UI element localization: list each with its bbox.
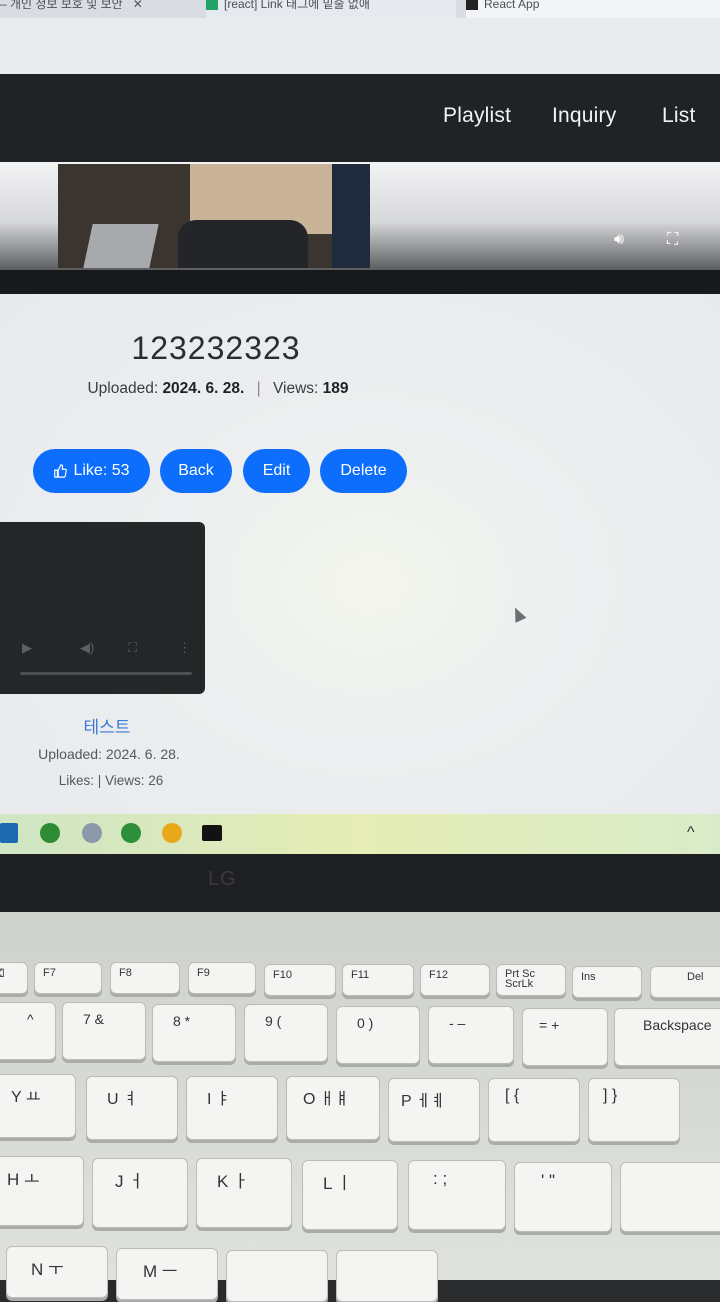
key-j[interactable]: J ㅓ [92,1158,188,1228]
delete-button[interactable]: Delete [320,449,407,493]
browser-tab[interactable]: [react] Link 태그에 밑줄 없애 [206,0,456,18]
key-equals[interactable]: = + [522,1008,608,1066]
related-video-title-link[interactable]: 테스트 [0,713,214,738]
thumbs-up-icon [54,464,68,478]
key-9[interactable]: 9 ( [244,1004,328,1062]
back-button[interactable]: Back [160,449,232,493]
key-open-bracket[interactable]: [ { [488,1078,580,1142]
terminal-icon[interactable] [202,825,222,841]
key-enter[interactable] [620,1162,720,1232]
tray-chevron-icon[interactable]: ^ [687,824,695,842]
video-title: 123232323 [131,330,301,366]
nav-link-inquiry[interactable]: Inquiry [552,104,616,128]
start-icon[interactable] [0,823,18,843]
key-f7[interactable]: F7 [34,962,102,994]
tab-label: React App [484,0,540,11]
react-favicon-icon [466,0,478,10]
key-i[interactable]: I ㅑ [186,1076,278,1140]
video-detail-page: 123232323 Uploaded: 2024. 6. 28. | Views… [0,294,720,814]
volume-icon[interactable]: ◀) [80,640,94,656]
views-count: 189 [322,380,349,397]
chrome-icon[interactable] [40,823,60,843]
player-bottom-band [0,270,720,294]
key-h[interactable]: H ㅗ [0,1156,84,1226]
key-k[interactable]: K ㅏ [196,1158,292,1228]
nav-link-playlist[interactable]: Playlist [443,104,511,128]
close-icon[interactable]: ✕ [133,0,143,11]
key-ins[interactable]: Ins [572,966,642,998]
key-comma[interactable] [226,1250,328,1302]
key-6[interactable]: ^ [0,1002,56,1060]
sheet-favicon-icon [206,0,218,10]
mouse-cursor-icon [509,605,527,623]
key-f12[interactable]: F12 [420,964,490,996]
key-7[interactable]: 7 & [62,1002,146,1060]
key-backspace[interactable]: Backspace [614,1008,720,1066]
chrome-profile-icon[interactable] [121,823,141,843]
key-u[interactable]: U ㅕ [86,1076,178,1140]
nav-link-list[interactable]: List [662,104,695,128]
browser-tab-active[interactable]: React App [466,0,720,18]
key-8[interactable]: 8 * [152,1004,236,1062]
key-o[interactable]: O ㅐㅒ [286,1076,380,1140]
key-m[interactable]: M ㅡ [116,1248,218,1300]
fullscreen-icon[interactable]: ⛶ [667,231,678,249]
related-video-stats: Likes: | Views: 26 [58,773,164,788]
video-meta: Uploaded: 2024. 6. 28. | Views: 189 [0,380,436,398]
frame-desktop-strip [332,164,370,268]
key-n[interactable]: N ㅜ [6,1246,108,1298]
tab-label: [react] Link 태그에 밑줄 없애 [224,0,370,11]
tab-label: – 개인 정보 보호 및 보안 [0,0,123,11]
key-minus[interactable]: - – [428,1006,514,1064]
key-0[interactable]: 0 ) [336,1006,420,1064]
edit-button[interactable]: Edit [243,449,310,493]
key-period[interactable] [336,1250,438,1302]
key-f9[interactable]: F9 [188,962,256,994]
key-f11[interactable]: F11 [342,964,414,996]
browser-tab[interactable]: – 개인 정보 보호 및 보안 ✕ [0,0,196,18]
key-p[interactable]: P ㅔㅖ [388,1078,480,1142]
key-close-bracket[interactable]: ] } [588,1078,680,1142]
key-semicolon[interactable]: : ; [408,1160,506,1230]
browser-tab-strip: – 개인 정보 보호 및 보안 ✕ [react] Link 태그에 밑줄 없애 … [0,0,720,18]
frame-chair [178,220,308,268]
laptop-bezel [0,854,720,912]
key-f6[interactable]: ⌫ [0,962,28,994]
key-f10[interactable]: F10 [264,964,336,996]
uploaded-date: 2024. 6. 28. [162,380,245,397]
main-video-player[interactable]: 🔊︎ ⛶ [0,162,720,270]
key-del[interactable]: Del [650,966,720,998]
fullscreen-icon[interactable]: ⛶ [128,640,137,656]
video-controls: ▶ ◀) ⛶ ⋮ [16,640,192,660]
key-y[interactable]: Y ㅛ [0,1074,76,1138]
volume-icon[interactable]: 🔊︎ [614,231,624,249]
play-icon[interactable]: ▶ [22,640,32,656]
related-video-uploaded: Uploaded: 2024. 6. 28. [38,746,180,762]
key-quote[interactable]: ' " [514,1162,612,1232]
key-f8[interactable]: F8 [110,962,180,994]
key-l[interactable]: L ㅣ [302,1160,398,1230]
navbar: Playlist Inquiry List [0,74,720,162]
frame-monitor [83,224,159,268]
settings-icon[interactable] [82,823,102,843]
kakaotalk-icon[interactable] [162,823,182,843]
video-progress-bar[interactable] [20,672,192,675]
views-label: Views: [272,380,319,397]
lg-logo: LG [208,868,237,890]
taskbar: ^ [0,814,720,854]
video-frame [58,164,370,268]
key-prtsc[interactable]: Prt Sc ScrLk [496,964,566,996]
uploaded-label: Uploaded: [87,380,159,397]
like-label: Like: 53 [73,462,130,479]
related-video-player[interactable]: ▶ ◀) ⛶ ⋮ [0,522,205,694]
meta-separator: | [256,380,261,397]
more-options-icon[interactable]: ⋮ [178,640,191,656]
browser-toolbar [0,18,720,74]
like-button[interactable]: Like: 53 [33,449,150,493]
